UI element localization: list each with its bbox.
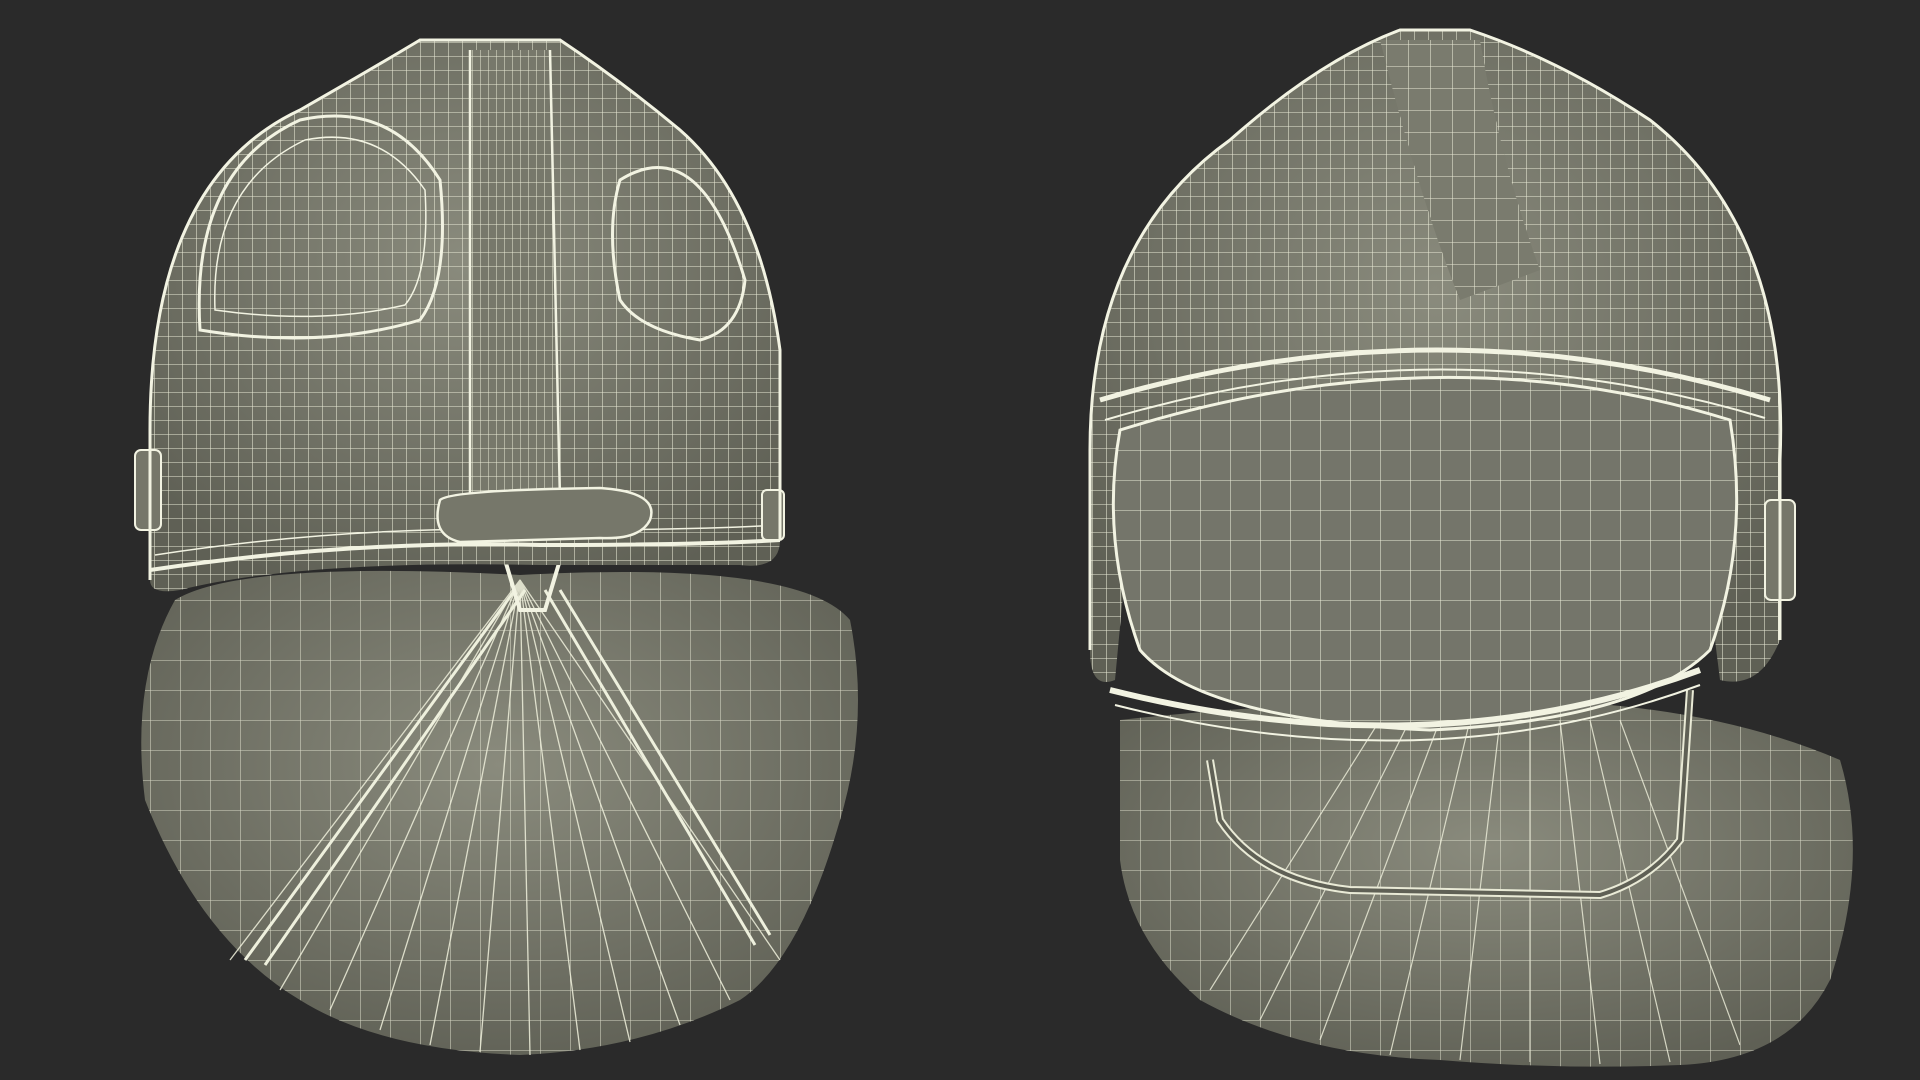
face-visor (1109, 375, 1739, 742)
render-viewport (0, 0, 1920, 1080)
neck-curtain (141, 558, 858, 1056)
helmet-front-view (1088, 28, 1853, 1067)
helmet-back-view (134, 38, 858, 1056)
helmet-shell (1088, 28, 1796, 742)
wireframe-render (134, 28, 1853, 1067)
side-clip-left (134, 449, 162, 531)
helmet-shell (134, 38, 785, 592)
neck-curtain (1120, 689, 1853, 1067)
